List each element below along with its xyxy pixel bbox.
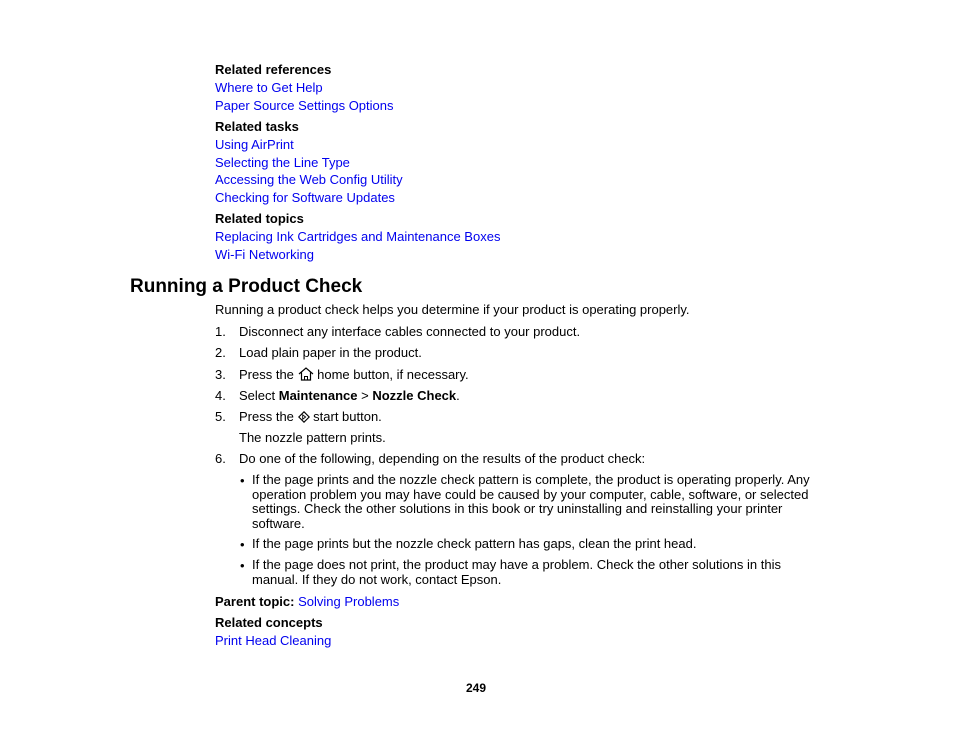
parent-topic: Parent topic: Solving Problems bbox=[215, 594, 399, 609]
bullet-item: If the page prints but the nozzle check … bbox=[252, 536, 697, 551]
link-using-airprint[interactable]: Using AirPrint bbox=[215, 137, 294, 152]
link-solving-problems[interactable]: Solving Problems bbox=[298, 594, 399, 609]
bullet-glyph: • bbox=[240, 558, 245, 573]
parent-topic-label: Parent topic: bbox=[215, 594, 295, 609]
link-accessing-web-config-utility[interactable]: Accessing the Web Config Utility bbox=[215, 172, 403, 187]
bullet-item: If the page does not print, the product … bbox=[252, 557, 781, 587]
start-icon bbox=[297, 411, 310, 426]
step-number: 2. bbox=[215, 345, 226, 360]
step-text-separator: > bbox=[357, 388, 373, 403]
step-number: 6. bbox=[215, 451, 226, 466]
link-print-head-cleaning[interactable]: Print Head Cleaning bbox=[215, 633, 331, 648]
step-text-post: home button, if necessary. bbox=[313, 367, 469, 382]
step-text: Select Maintenance > Nozzle Check. bbox=[239, 388, 460, 403]
step-text-post: . bbox=[456, 388, 460, 403]
link-replacing-ink-cartridges[interactable]: Replacing Ink Cartridges and Maintenance… bbox=[215, 229, 500, 244]
bullet-glyph: • bbox=[240, 537, 245, 552]
page-number: 249 bbox=[466, 681, 487, 695]
related-concepts-heading: Related concepts bbox=[215, 615, 323, 630]
link-paper-source-settings-options[interactable]: Paper Source Settings Options bbox=[215, 98, 394, 113]
menu-maintenance: Maintenance bbox=[278, 388, 358, 403]
step-note: The nozzle pattern prints. bbox=[239, 430, 386, 445]
step-text: Load plain paper in the product. bbox=[239, 345, 422, 360]
step-number: 4. bbox=[215, 388, 226, 403]
link-wifi-networking[interactable]: Wi-Fi Networking bbox=[215, 247, 314, 262]
bullet-glyph: • bbox=[240, 473, 245, 488]
step-text: Disconnect any interface cables connecte… bbox=[239, 324, 581, 339]
step-text-pre: Select bbox=[239, 388, 279, 403]
section-intro: Running a product check helps you determ… bbox=[215, 302, 690, 317]
step-number: 5. bbox=[215, 409, 226, 424]
step-text-post: start button. bbox=[309, 409, 382, 424]
step-text: Press the home button, if necessary. bbox=[239, 367, 469, 384]
link-where-to-get-help[interactable]: Where to Get Help bbox=[215, 80, 323, 95]
link-selecting-the-line-type[interactable]: Selecting the Line Type bbox=[215, 155, 350, 170]
menu-nozzle-check: Nozzle Check bbox=[372, 388, 457, 403]
step-number: 3. bbox=[215, 367, 226, 382]
home-icon bbox=[298, 367, 314, 384]
step-text: Press the start button. bbox=[239, 409, 382, 426]
related-topics-heading: Related topics bbox=[215, 211, 304, 226]
bullet-item: If the page prints and the nozzle check … bbox=[252, 472, 810, 531]
related-tasks-heading: Related tasks bbox=[215, 119, 299, 134]
related-references-heading: Related references bbox=[215, 62, 332, 77]
step-number: 1. bbox=[215, 324, 226, 339]
step-text-pre: Press the bbox=[239, 367, 298, 382]
step-text-pre: Press the bbox=[239, 409, 298, 424]
step-text: Do one of the following, depending on th… bbox=[239, 451, 646, 466]
link-checking-for-software-updates[interactable]: Checking for Software Updates bbox=[215, 190, 395, 205]
section-title: Running a Product Check bbox=[130, 276, 363, 297]
